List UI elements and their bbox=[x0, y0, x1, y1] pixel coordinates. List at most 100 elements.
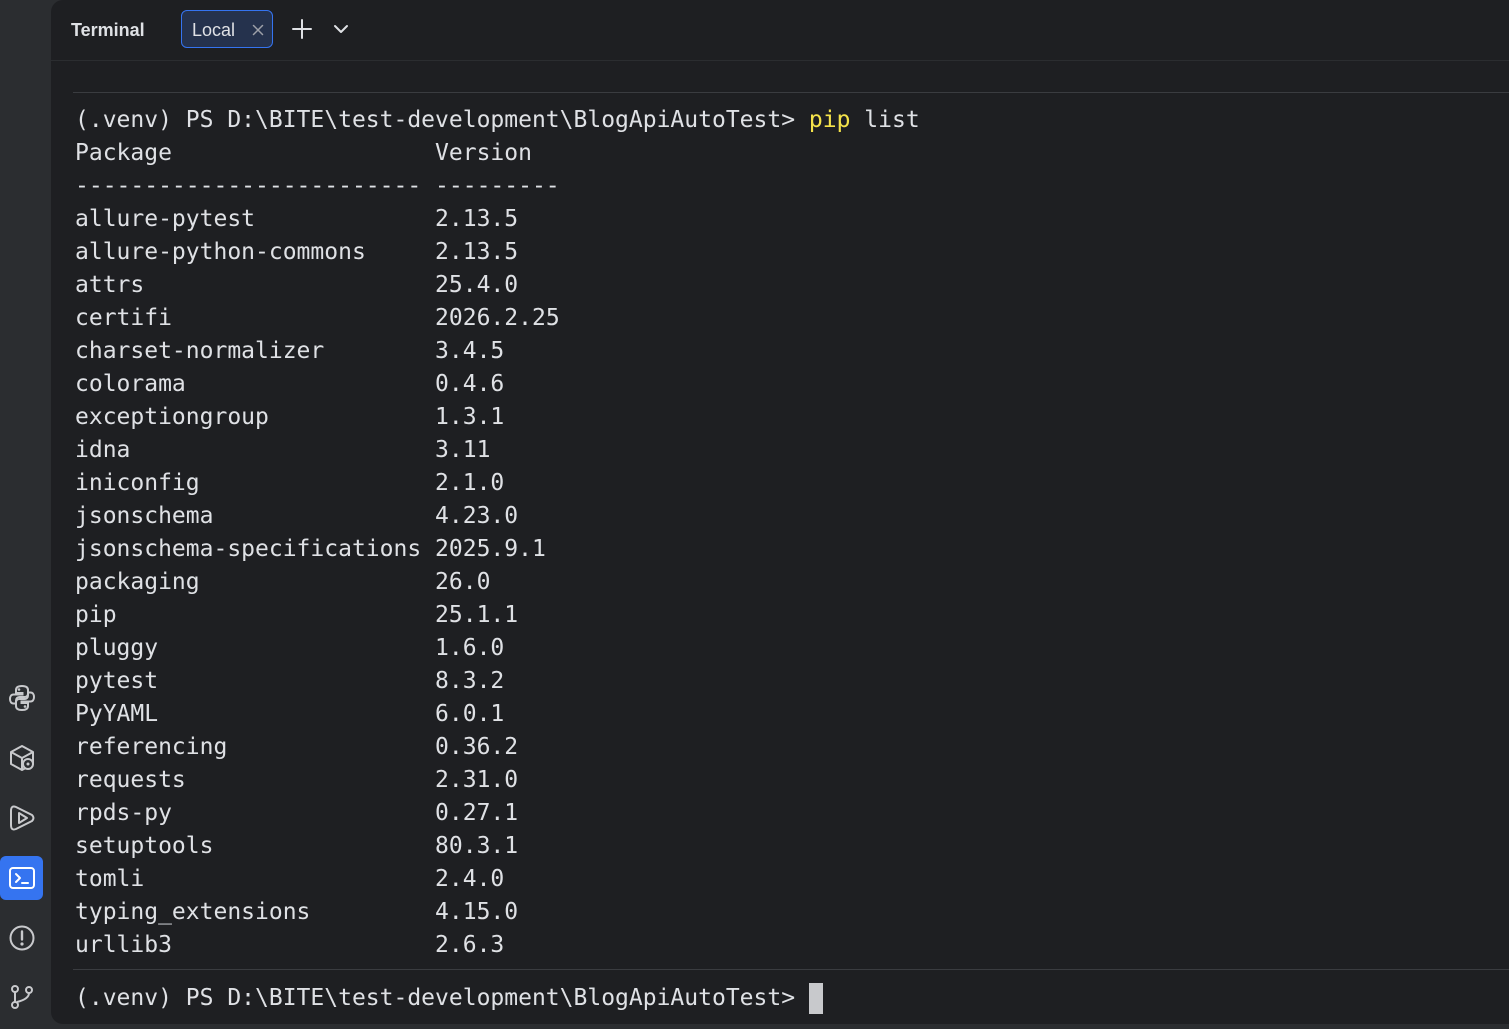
package-version: 2.13.5 bbox=[435, 239, 519, 265]
package-version: 26.0 bbox=[435, 569, 491, 595]
package-row: allure-python-commons 2.13.5 bbox=[75, 239, 518, 265]
package-name: tomli bbox=[75, 866, 145, 892]
package-row: attrs 25.4.0 bbox=[75, 272, 518, 298]
package-version: 0.27.1 bbox=[435, 800, 519, 826]
package-version: 25.1.1 bbox=[435, 602, 519, 628]
package-version: 2026.2.25 bbox=[435, 305, 560, 331]
chevron-down-icon[interactable] bbox=[332, 20, 350, 38]
package-row: pytest 8.3.2 bbox=[75, 668, 504, 694]
package-name: rpds-py bbox=[75, 800, 172, 826]
package-name: exceptiongroup bbox=[75, 404, 269, 430]
package-row: rpds-py 0.27.1 bbox=[75, 800, 518, 826]
command-args: list bbox=[850, 107, 920, 133]
output-divider-bottom bbox=[73, 969, 1509, 970]
package-row: idna 3.11 bbox=[75, 437, 490, 463]
package-row: pluggy 1.6.0 bbox=[75, 635, 504, 661]
package-version: 1.6.0 bbox=[435, 635, 505, 661]
git-icon bbox=[10, 985, 33, 1009]
table-separator: ------------------------- --------- bbox=[75, 173, 560, 199]
terminal-panel: Terminal Local (.venv) PS D:\BITE\test-d… bbox=[51, 0, 1509, 1024]
package-version: 0.36.2 bbox=[435, 734, 519, 760]
command-prompt: (.venv) PS D:\BITE\test-development\Blog… bbox=[75, 107, 809, 133]
package-name: pip bbox=[75, 602, 117, 628]
run-icon bbox=[9, 805, 34, 831]
package-name: typing_extensions bbox=[75, 899, 311, 925]
package-name: referencing bbox=[75, 734, 228, 760]
services-button[interactable] bbox=[0, 796, 43, 840]
tool-window-title: Terminal bbox=[71, 20, 145, 40]
package-row: jsonschema-specifications 2025.9.1 bbox=[75, 536, 546, 562]
package-version: 2.6.3 bbox=[435, 932, 505, 958]
package-row: packaging 26.0 bbox=[75, 569, 490, 595]
close-icon[interactable] bbox=[252, 24, 264, 36]
package-row: urllib3 2.6.3 bbox=[75, 932, 504, 958]
package-name: jsonschema-specifications bbox=[75, 536, 422, 562]
package-name: certifi bbox=[75, 305, 172, 331]
python-packages-button[interactable] bbox=[0, 736, 43, 780]
problems-button[interactable] bbox=[0, 916, 43, 960]
package-name: requests bbox=[75, 767, 186, 793]
package-row: colorama 0.4.6 bbox=[75, 371, 504, 397]
package-row: jsonschema 4.23.0 bbox=[75, 503, 518, 529]
package-version: 4.15.0 bbox=[435, 899, 519, 925]
package-row: typing_extensions 4.15.0 bbox=[75, 899, 518, 925]
command-line: (.venv) PS D:\BITE\test-development\Blog… bbox=[75, 107, 920, 133]
python-console-button[interactable] bbox=[0, 676, 43, 720]
package-row: pip 25.1.1 bbox=[75, 602, 518, 628]
package-name: setuptools bbox=[75, 833, 214, 859]
text-cursor bbox=[809, 983, 824, 1014]
package-name: jsonschema bbox=[75, 503, 214, 529]
package-row: PyYAML 6.0.1 bbox=[75, 701, 504, 727]
package-name: allure-pytest bbox=[75, 206, 256, 232]
package-row: exceptiongroup 1.3.1 bbox=[75, 404, 504, 430]
package-row: iniconfig 2.1.0 bbox=[75, 470, 504, 496]
package-name: PyYAML bbox=[75, 701, 159, 727]
python-packages-icon bbox=[9, 745, 34, 771]
python-icon bbox=[8, 684, 35, 712]
package-name: pluggy bbox=[75, 635, 159, 661]
package-version: 3.11 bbox=[435, 437, 491, 463]
current-prompt: (.venv) PS D:\BITE\test-development\Blog… bbox=[75, 985, 796, 1011]
package-version: 2.13.5 bbox=[435, 206, 519, 232]
package-version: 25.4.0 bbox=[435, 272, 519, 298]
terminal-button[interactable] bbox=[0, 856, 43, 900]
package-row: referencing 0.36.2 bbox=[75, 734, 518, 760]
tab-label: Local bbox=[192, 20, 236, 40]
package-version: 2.31.0 bbox=[435, 767, 519, 793]
package-row: setuptools 80.3.1 bbox=[75, 833, 518, 859]
package-list: allure-pytest 2.13.5 allure-python-commo… bbox=[75, 206, 560, 958]
package-row: tomli 2.4.0 bbox=[75, 866, 504, 892]
left-tool-strip bbox=[0, 0, 51, 1029]
output-divider-top bbox=[73, 92, 1509, 93]
package-name: attrs bbox=[75, 272, 145, 298]
package-row: allure-pytest 2.13.5 bbox=[75, 206, 518, 232]
add-icon[interactable] bbox=[291, 18, 313, 40]
package-version: 6.0.1 bbox=[435, 701, 505, 727]
package-version: 0.4.6 bbox=[435, 371, 505, 397]
tab-local[interactable]: Local bbox=[181, 10, 273, 48]
package-version: 1.3.1 bbox=[435, 404, 505, 430]
command-name: pip bbox=[808, 107, 851, 133]
package-row: charset-normalizer 3.4.5 bbox=[75, 338, 504, 364]
table-header: Package Version bbox=[75, 140, 532, 166]
git-button[interactable] bbox=[0, 975, 43, 1019]
package-name: urllib3 bbox=[75, 932, 172, 958]
package-version: 80.3.1 bbox=[435, 833, 519, 859]
package-row: requests 2.31.0 bbox=[75, 767, 518, 793]
package-name: colorama bbox=[75, 371, 186, 397]
package-name: iniconfig bbox=[75, 470, 200, 496]
terminal-tab-bar: Terminal Local bbox=[51, 0, 1509, 61]
package-row: certifi 2026.2.25 bbox=[75, 305, 560, 331]
package-version: 2.4.0 bbox=[435, 866, 505, 892]
package-name: allure-python-commons bbox=[75, 239, 366, 265]
package-name: packaging bbox=[75, 569, 200, 595]
current-prompt-line[interactable]: (.venv) PS D:\BITE\test-development\Blog… bbox=[75, 982, 824, 1015]
package-version: 4.23.0 bbox=[435, 503, 519, 529]
terminal-output: (.venv) PS D:\BITE\test-development\Blog… bbox=[75, 104, 920, 962]
package-name: pytest bbox=[75, 668, 159, 694]
terminal-icon bbox=[8, 867, 35, 889]
ide-window: Terminal Local (.venv) PS D:\BITE\test-d… bbox=[0, 0, 1509, 1029]
package-version: 2025.9.1 bbox=[435, 536, 546, 562]
package-name: idna bbox=[75, 437, 131, 463]
package-version: 2.1.0 bbox=[435, 470, 505, 496]
